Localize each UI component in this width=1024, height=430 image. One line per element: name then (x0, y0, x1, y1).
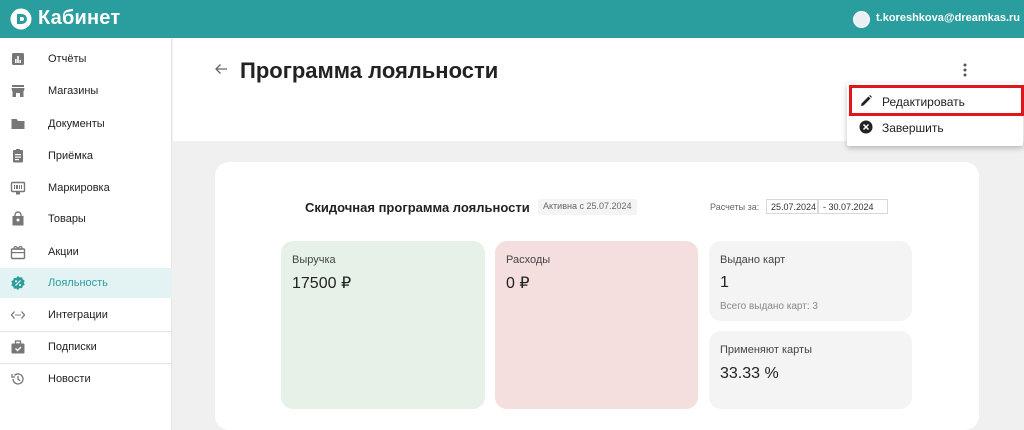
finish-menu-item[interactable]: Завершить (847, 114, 1023, 142)
badge-percent-icon (11, 276, 25, 290)
folder-icon (11, 119, 25, 129)
logo-icon[interactable] (10, 8, 32, 30)
revenue-label: Выручка (292, 254, 336, 266)
revenue-tile (281, 241, 485, 409)
cards-issued-value: 1 (720, 274, 729, 291)
avatar[interactable] (853, 11, 870, 28)
gift-icon (10, 246, 26, 260)
bar-chart-icon (12, 53, 24, 65)
cards-issued-label: Выдано карт (720, 254, 786, 266)
shopping-bag-icon (12, 211, 24, 226)
expenses-tile (495, 241, 698, 409)
sidebar-item-receiving[interactable]: Приёмка (0, 141, 172, 171)
date-from-field[interactable]: 25.07.2024 (766, 199, 818, 214)
sidebar: Отчёты Магазины Документы Приёмка Маркир… (0, 38, 172, 430)
history-icon (11, 373, 24, 385)
close-circle-icon (859, 120, 873, 134)
expenses-value: 0 ₽ (506, 275, 530, 292)
clipboard-icon (13, 149, 23, 163)
page-title: Программа лояльности (240, 58, 499, 83)
sidebar-item-subscriptions[interactable]: Подписки (0, 332, 172, 362)
cards-usage-value: 33.33 % (720, 365, 779, 382)
sidebar-item-label: Лояльность (48, 277, 108, 289)
sidebar-item-stores[interactable]: Магазины (0, 76, 172, 106)
sidebar-item-news[interactable]: Новости (0, 364, 172, 394)
sidebar-item-loyalty[interactable]: Лояльность (0, 268, 172, 298)
calc-period-label: Расчеты за: (710, 202, 760, 212)
sidebar-item-label: Маркировка (48, 182, 110, 194)
barcode-scanner-icon (10, 181, 26, 195)
top-bar: Кабинет t.koreshkova@dreamkas.ru (0, 0, 1024, 38)
sidebar-item-documents[interactable]: Документы (0, 109, 172, 139)
more-vert-icon[interactable] (957, 60, 973, 80)
sidebar-item-marking[interactable]: Маркировка (0, 173, 172, 203)
store-icon (11, 85, 25, 97)
cards-total-issued: Всего выдано карт: 3 (720, 301, 818, 312)
sidebar-item-label: Товары (48, 213, 86, 225)
expenses-label: Расходы (506, 254, 551, 266)
program-title: Скидочная программа лояльности (305, 200, 530, 215)
sidebar-item-integrations[interactable]: Интеграции (0, 300, 172, 330)
sidebar-item-label: Интеграции (48, 309, 108, 321)
sidebar-item-label: Подписки (48, 341, 97, 353)
sidebar-item-label: Магазины (48, 85, 99, 97)
highlight-box (849, 85, 1024, 116)
revenue-value: 17500 ₽ (292, 275, 352, 292)
back-arrow-icon[interactable] (213, 61, 229, 77)
sidebar-item-label: Приёмка (48, 150, 94, 162)
briefcase-check-icon (11, 340, 25, 354)
cards-usage-label: Применяют карты (720, 344, 812, 356)
finish-menu-label: Завершить (882, 121, 944, 135)
sidebar-item-label: Новости (48, 373, 91, 385)
sidebar-item-products[interactable]: Товары (0, 204, 172, 234)
sidebar-item-label: Документы (48, 118, 105, 130)
date-to-field[interactable]: - 30.07.2024 (818, 199, 888, 214)
sidebar-item-label: Акции (48, 246, 79, 258)
sidebar-item-label: Отчёты (48, 53, 87, 65)
sidebar-item-promotions[interactable]: Акции (0, 237, 172, 267)
status-badge: Активна с 25.07.2024 (538, 199, 637, 215)
user-email[interactable]: t.koreshkova@dreamkas.ru (876, 12, 1020, 24)
code-arrows-icon (10, 311, 26, 319)
brand-title[interactable]: Кабинет (38, 7, 120, 30)
sidebar-item-reports[interactable]: Отчёты (0, 44, 172, 74)
